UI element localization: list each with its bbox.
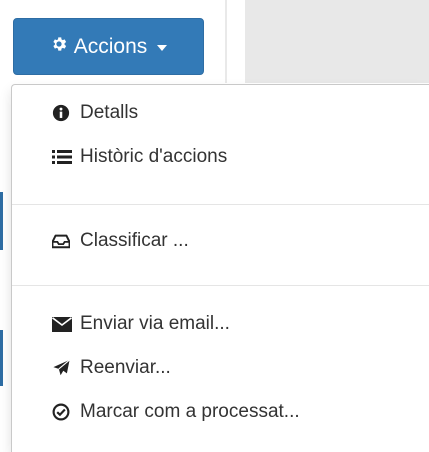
toolbar-divider <box>225 0 227 83</box>
actions-button-label: Accions <box>73 34 148 58</box>
menu-item-label: Enviar via email... <box>80 313 230 334</box>
menu-divider <box>12 204 429 205</box>
actions-dropdown-menu: Detalls Històric d'accions Classificar .… <box>11 84 429 452</box>
menu-item-label: Marcar com a processat... <box>80 401 300 422</box>
send-icon <box>52 359 74 377</box>
inbox-icon <box>52 233 74 249</box>
envelope-icon <box>52 316 74 332</box>
background-strip <box>0 330 3 386</box>
check-circle-icon <box>52 403 74 421</box>
gear-icon <box>50 35 68 59</box>
menu-item-label: Classificar ... <box>80 230 189 251</box>
menu-item-send-email[interactable]: Enviar via email... <box>52 313 230 335</box>
menu-item-classify[interactable]: Classificar ... <box>52 230 189 252</box>
menu-item-label: Històric d'accions <box>80 146 228 167</box>
menu-item-history[interactable]: Històric d'accions <box>52 146 227 168</box>
menu-divider <box>12 285 429 286</box>
menu-item-label: Reenviar... <box>80 357 171 378</box>
background-strip <box>0 192 3 250</box>
menu-item-mark-processed[interactable]: Marcar com a processat... <box>52 401 300 423</box>
caret-down-icon <box>157 44 168 51</box>
background-panel <box>245 0 429 83</box>
info-circle-icon <box>52 104 74 122</box>
list-icon <box>52 149 74 165</box>
menu-item-label: Detalls <box>80 102 139 123</box>
menu-item-forward[interactable]: Reenviar... <box>52 357 171 379</box>
menu-item-details[interactable]: Detalls <box>52 102 138 124</box>
actions-dropdown-button[interactable]: Accions <box>13 18 204 75</box>
